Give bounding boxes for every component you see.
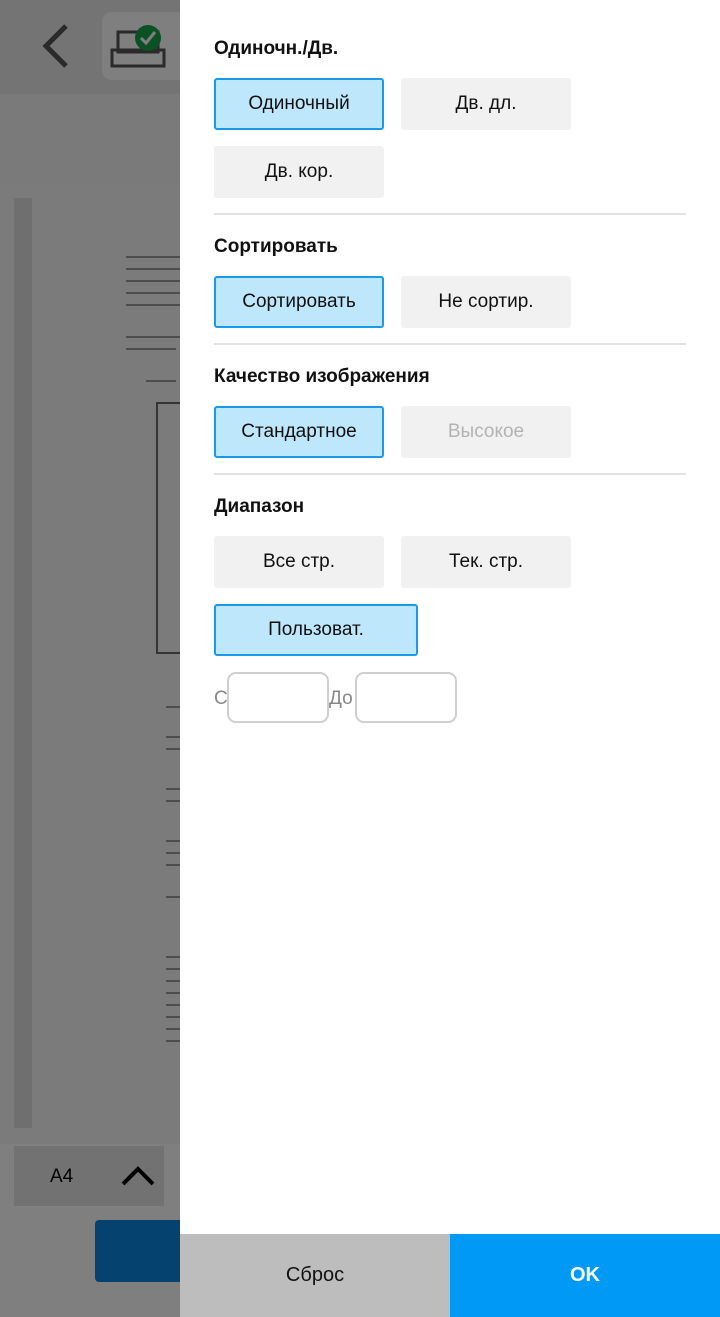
- option-custom-range[interactable]: Пользоват.: [214, 604, 418, 656]
- ok-button[interactable]: OK: [450, 1234, 720, 1317]
- option-duplex-short-edge[interactable]: Дв. кор.: [214, 146, 384, 198]
- section-divider: [214, 343, 686, 345]
- range-section-title: Диапазон: [214, 496, 305, 517]
- reset-button[interactable]: Сброс: [180, 1234, 450, 1317]
- sides-section-title: Одиночн./Дв.: [214, 38, 339, 59]
- option-collate[interactable]: Сортировать: [214, 276, 384, 328]
- option-all-pages[interactable]: Все стр.: [214, 536, 384, 588]
- option-quality-high: Высокое: [401, 406, 571, 458]
- range-to-input[interactable]: [355, 672, 457, 723]
- section-divider: [214, 473, 686, 475]
- option-duplex-long-edge[interactable]: Дв. дл.: [401, 78, 571, 130]
- collate-section-title: Сортировать: [214, 236, 338, 257]
- quality-section-title: Качество изображения: [214, 366, 430, 387]
- option-no-collate[interactable]: Не сортир.: [401, 276, 571, 328]
- range-to-label: До: [329, 688, 353, 709]
- range-from-input[interactable]: [227, 672, 329, 723]
- option-simplex[interactable]: Одиночный: [214, 78, 384, 130]
- print-settings-drawer: Одиночн./Дв. Одиночный Дв. дл. Дв. кор. …: [180, 0, 720, 1317]
- range-from-label: С: [214, 688, 228, 709]
- option-current-page[interactable]: Тек. стр.: [401, 536, 571, 588]
- option-quality-standard[interactable]: Стандартное: [214, 406, 384, 458]
- section-divider: [214, 213, 686, 215]
